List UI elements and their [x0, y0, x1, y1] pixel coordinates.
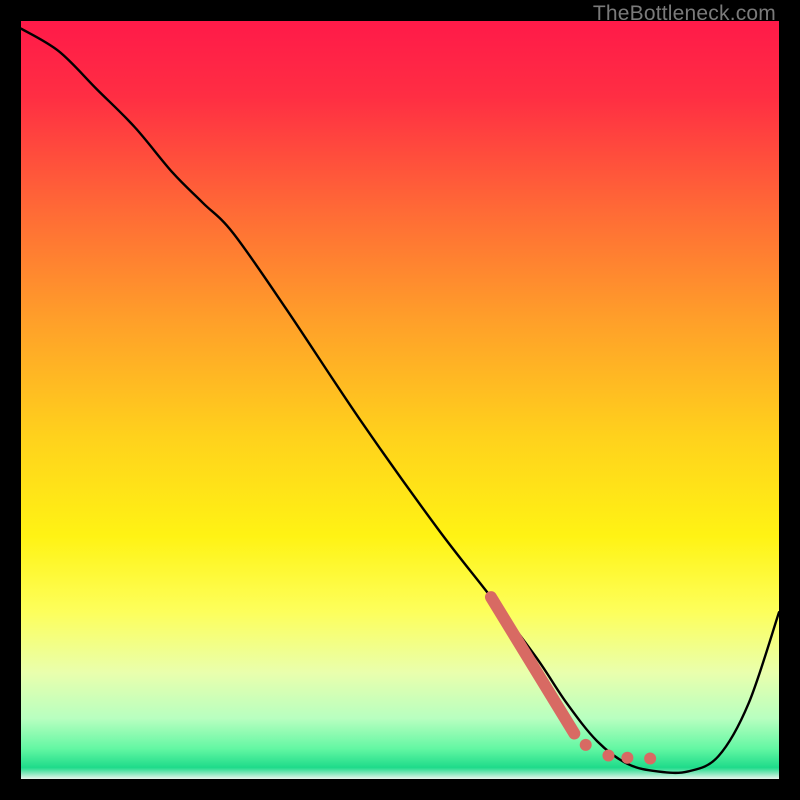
chart-frame: [21, 21, 779, 779]
chart-svg: [21, 21, 779, 779]
highlight-dot: [644, 753, 656, 765]
watermark-text: TheBottleneck.com: [593, 2, 776, 26]
highlight-dot: [580, 739, 592, 751]
highlight-dot: [621, 752, 633, 764]
highlight-dot: [602, 750, 614, 762]
gradient-background: [21, 21, 779, 779]
